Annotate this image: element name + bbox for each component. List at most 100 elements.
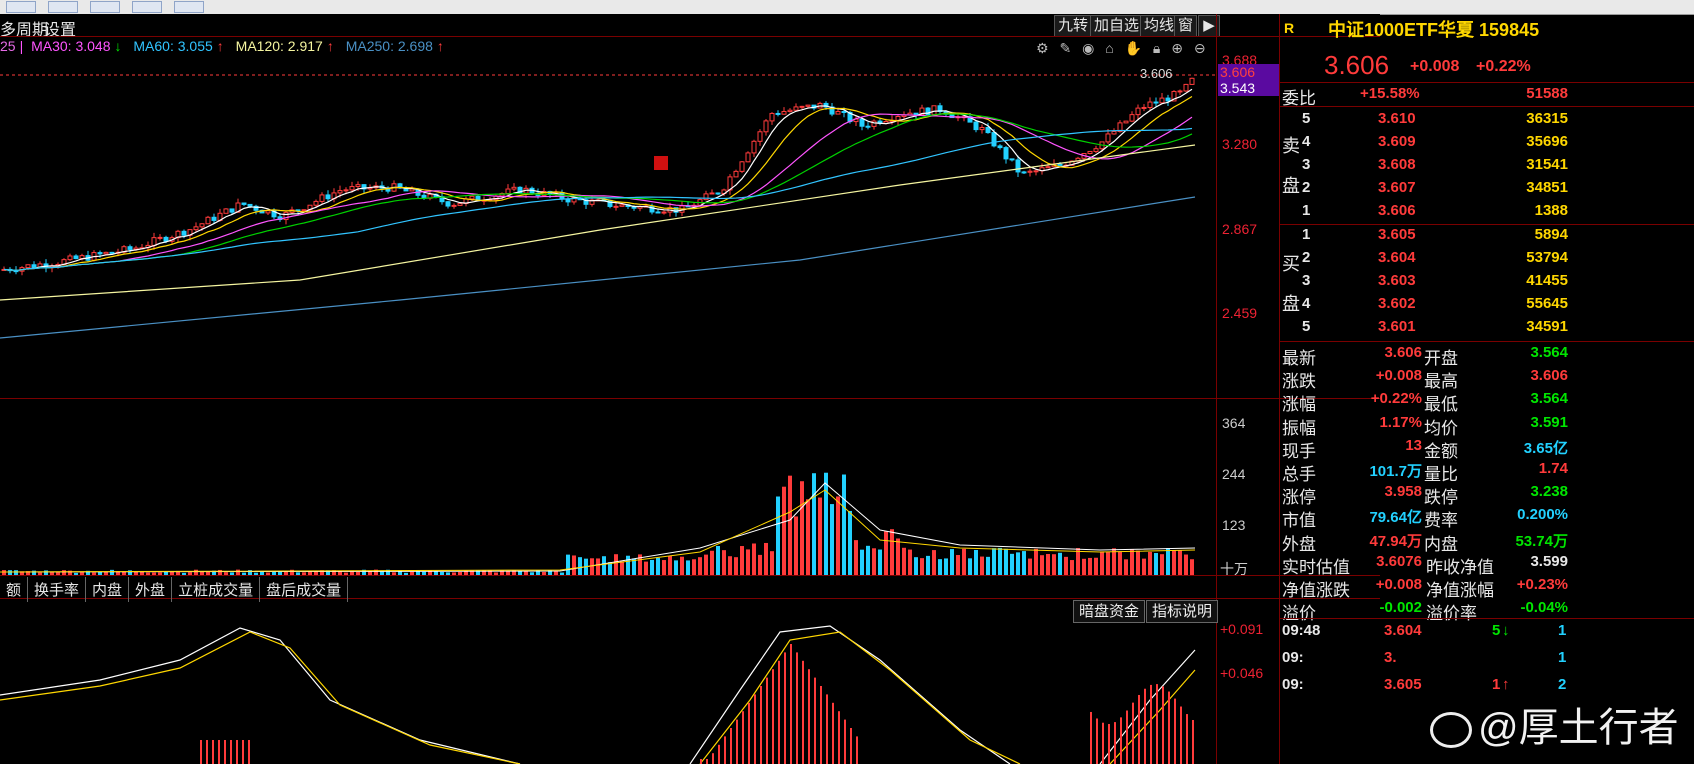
stat-value: 1.17% — [1379, 413, 1422, 431]
indicator-bar — [754, 694, 756, 764]
indicator-bar — [1114, 722, 1116, 764]
tick-price: 3.604 — [1384, 622, 1422, 639]
tab-amount[interactable]: 额 — [0, 577, 29, 602]
indicator-help-button[interactable]: 指标说明 — [1146, 600, 1219, 623]
indicator-bar — [826, 694, 828, 764]
volume-bar — [770, 551, 774, 575]
stat-value: 101.7万 — [1369, 463, 1422, 480]
bid-row[interactable]: 2 3.604 53794 — [1280, 249, 1694, 271]
stat-row: 涨幅 +0.22% 最低 3.564 — [1280, 390, 1694, 414]
bid-row[interactable]: 4 3.602 55645 — [1280, 295, 1694, 317]
candle-body — [1123, 120, 1129, 124]
candle-body — [1027, 170, 1033, 173]
bid-row[interactable]: 3 3.603 41455 — [1280, 272, 1694, 294]
volume-bar — [668, 555, 672, 575]
stat-row: 振幅 1.17% 均价 3.591 — [1280, 413, 1694, 438]
candle-body — [841, 111, 847, 114]
tab-afterhours-volume[interactable]: 盘后成交量 — [260, 577, 349, 602]
indicator-bar — [224, 740, 226, 764]
candle-body — [1057, 163, 1063, 166]
ma-price-tag: 3.543 — [1218, 80, 1280, 96]
volume-axis-label-3: 123 — [1222, 517, 1246, 533]
volume-bar — [698, 557, 702, 575]
tab-outer[interactable]: 外盘 — [129, 577, 173, 602]
tick-extra: 1 — [1558, 649, 1567, 666]
candle-body — [661, 211, 667, 214]
candle-body — [343, 189, 349, 192]
candle-body — [1087, 150, 1093, 154]
bid-level: 2 — [1302, 249, 1311, 266]
candle-body — [1045, 166, 1051, 169]
volume-bar — [692, 559, 696, 575]
ask-price: 3.610 — [1378, 110, 1416, 127]
stat-value: +0.23% — [1516, 576, 1568, 593]
quote-panel: R 中证1000ETF华夏 159845 3.606 +0.008 +0.22%… — [1280, 14, 1694, 764]
candle-body — [1183, 83, 1189, 92]
ask-row[interactable]: 5 3.610 36315 — [1280, 110, 1694, 132]
indicator-bar — [742, 711, 744, 764]
indicator-bar — [1120, 717, 1122, 764]
volume-bar — [944, 558, 948, 575]
candle-body — [247, 203, 253, 207]
ask-row[interactable]: 2 3.607 34851 — [1280, 179, 1694, 201]
tick-price: 3. — [1384, 649, 1397, 666]
candle-body — [979, 127, 985, 131]
candle-body — [1147, 101, 1153, 108]
candle-body — [445, 201, 451, 207]
volume-bar — [614, 554, 618, 575]
indicator-bar — [1138, 694, 1140, 764]
bid-level: 5 — [1302, 318, 1311, 335]
candle-body — [25, 264, 31, 269]
stat-label: 昨收净值 — [1426, 557, 1494, 577]
tab-turnover[interactable]: 换手率 — [28, 577, 87, 602]
volume-bar — [848, 510, 852, 575]
stat-row: 总手 101.7万 量比 1.74 — [1280, 460, 1694, 484]
bid-volume: 55645 — [1526, 295, 1568, 312]
indicator-bar — [772, 669, 774, 764]
stat-value: 53.74万 — [1515, 532, 1568, 550]
candle-body — [337, 190, 343, 194]
volume-bar — [986, 556, 990, 575]
ask-row[interactable]: 1 3.606 1388 — [1280, 202, 1694, 224]
ask-row[interactable]: 3 3.608 31541 — [1280, 156, 1694, 178]
stat-value: 3.599 — [1530, 552, 1568, 570]
ask-row[interactable]: 4 3.609 35696 — [1280, 133, 1694, 155]
indicator-bar — [1144, 688, 1146, 764]
ask-price: 3.607 — [1378, 179, 1416, 196]
volume-bar — [1004, 548, 1008, 575]
volume-bar — [1160, 554, 1164, 575]
weibi-value: +15.58% — [1360, 85, 1420, 102]
candle-body — [655, 211, 661, 214]
tick-time: 09: — [1282, 649, 1304, 666]
tick-time: 09: — [1282, 676, 1304, 693]
stat-label: 开盘 — [1424, 349, 1458, 368]
indicator-line — [0, 631, 521, 764]
candle-body — [199, 223, 205, 228]
tick-volume: 1 — [1492, 676, 1501, 693]
candle-body — [805, 104, 811, 107]
candle-body — [913, 112, 919, 116]
indicator-bar — [808, 669, 810, 764]
indicator-bar — [236, 740, 238, 764]
candle-body — [787, 109, 793, 113]
candle-body — [739, 161, 745, 172]
tick-time: 09:48 — [1282, 622, 1321, 639]
volume-bar — [752, 543, 756, 575]
candle-body — [205, 216, 211, 225]
ask-price: 3.609 — [1378, 133, 1416, 150]
volume-bar — [716, 545, 720, 575]
volume-bar — [776, 496, 780, 575]
tab-inner[interactable]: 内盘 — [86, 577, 130, 602]
candle-body — [103, 251, 109, 255]
candle-body — [97, 252, 103, 255]
stat-value: 3.958 — [1384, 483, 1422, 501]
bid-row[interactable]: 1 3.605 5894 — [1280, 226, 1694, 248]
candle-body — [505, 188, 511, 195]
candle-body — [1003, 147, 1009, 160]
dark-pool-funds-button[interactable]: 暗盘资金 — [1073, 600, 1146, 623]
tick-volume: 5 — [1492, 622, 1501, 639]
kline-chart[interactable] — [0, 0, 1380, 764]
bid-row[interactable]: 5 3.601 34591 — [1280, 318, 1694, 340]
indicator-bar — [1174, 698, 1176, 764]
tab-pile-volume[interactable]: 立桩成交量 — [172, 577, 261, 602]
